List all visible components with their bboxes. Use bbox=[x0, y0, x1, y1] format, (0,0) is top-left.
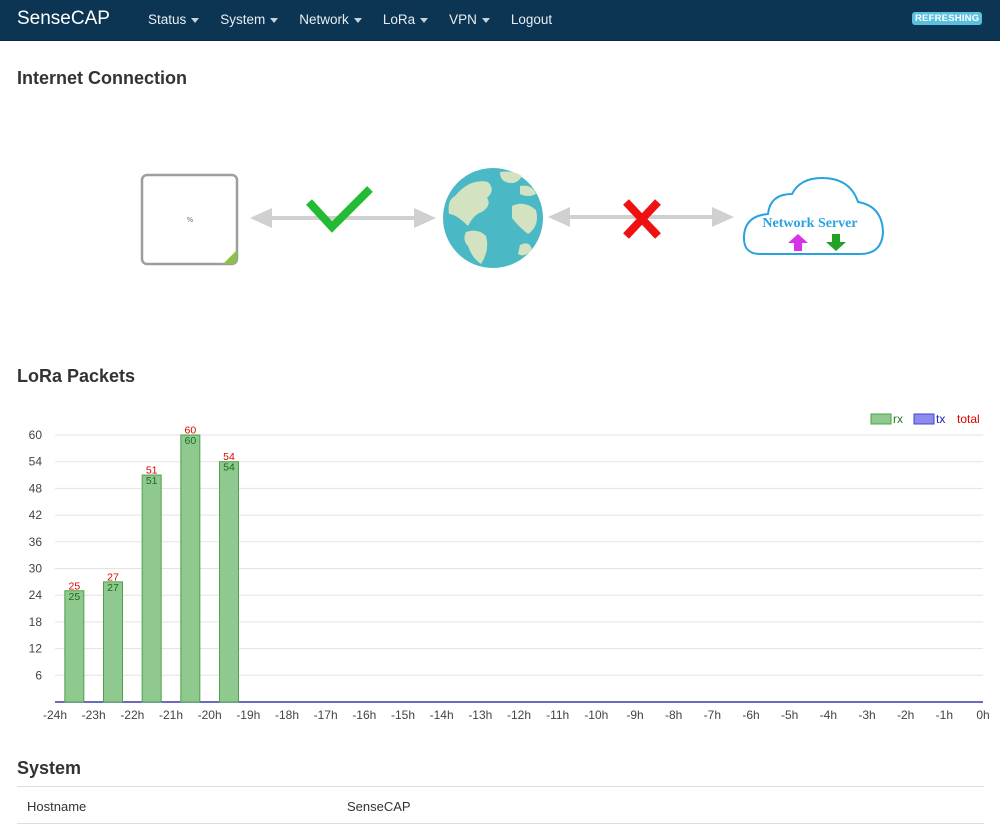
legend-total-label: total bbox=[957, 412, 980, 426]
internet-connection-diagram: % Network Server bbox=[140, 168, 885, 268]
network-server-cloud-icon: Network Server bbox=[742, 176, 885, 255]
y-tick-label: 18 bbox=[29, 615, 43, 629]
y-tick-label: 6 bbox=[35, 668, 42, 682]
x-tick-label: -14h bbox=[430, 708, 454, 722]
x-tick-label: -7h bbox=[704, 708, 721, 722]
x-tick-label: -23h bbox=[82, 708, 106, 722]
network-server-label: Network Server bbox=[762, 216, 857, 231]
nav-item-label: Status bbox=[148, 12, 187, 27]
y-tick-label: 12 bbox=[29, 642, 43, 656]
caret-down-icon bbox=[353, 17, 362, 23]
rx-data-label: 27 bbox=[107, 582, 119, 594]
total-data-label: 60 bbox=[184, 425, 196, 437]
y-tick-label: 48 bbox=[29, 481, 43, 495]
legend-rx-swatch bbox=[870, 413, 892, 425]
gateway-device-icon: % bbox=[140, 173, 239, 266]
total-data-label: 27 bbox=[107, 571, 119, 583]
nav-item-lora[interactable]: LoRa bbox=[375, 0, 436, 40]
x-tick-label: -21h bbox=[159, 708, 183, 722]
x-tick-label: -13h bbox=[468, 708, 492, 722]
rx-bar bbox=[103, 581, 123, 703]
x-tick-label: -10h bbox=[584, 708, 608, 722]
brand-logo[interactable]: SenseCAP bbox=[17, 8, 110, 30]
x-tick-label: -18h bbox=[275, 708, 299, 722]
table-divider bbox=[17, 823, 984, 824]
x-tick-label: -12h bbox=[507, 708, 531, 722]
x-tick-label: -8h bbox=[665, 708, 682, 722]
table-divider bbox=[17, 786, 984, 787]
total-data-label: 51 bbox=[146, 465, 158, 477]
x-tick-label: -6h bbox=[742, 708, 759, 722]
y-tick-label: 54 bbox=[29, 455, 43, 469]
total-data-label: 25 bbox=[68, 580, 80, 592]
rx-data-label: 25 bbox=[68, 591, 80, 603]
rx-bar bbox=[219, 461, 239, 703]
rx-data-label: 51 bbox=[146, 475, 158, 487]
hostname-key: Hostname bbox=[27, 799, 87, 814]
connected-check-icon bbox=[306, 186, 373, 233]
nav-item-logout[interactable]: Logout bbox=[503, 0, 560, 40]
x-tick-label: -1h bbox=[936, 708, 953, 722]
legend-rx-label: rx bbox=[893, 412, 903, 426]
x-tick-label: -9h bbox=[626, 708, 643, 722]
rx-data-label: 54 bbox=[223, 462, 235, 474]
x-tick-label: -24h bbox=[43, 708, 67, 722]
refreshing-badge: REFRESHING bbox=[912, 12, 983, 25]
y-tick-label: 36 bbox=[29, 535, 43, 549]
nav-item-label: VPN bbox=[449, 12, 477, 27]
svg-text:%: % bbox=[187, 216, 194, 224]
nav-item-label: System bbox=[220, 12, 266, 27]
internet-connection-title: Internet Connection bbox=[17, 68, 187, 88]
x-tick-label: 0h bbox=[976, 708, 989, 722]
x-tick-label: -5h bbox=[781, 708, 798, 722]
rx-data-label: 60 bbox=[184, 435, 196, 447]
nav-item-label: Logout bbox=[510, 12, 553, 27]
nav-item-vpn[interactable]: VPN bbox=[441, 0, 498, 40]
nav-menu: Status System Network LoRa VPN Logout bbox=[140, 0, 565, 40]
x-tick-label: -2h bbox=[897, 708, 914, 722]
x-tick-label: -16h bbox=[352, 708, 376, 722]
total-data-label: 54 bbox=[223, 451, 235, 463]
y-tick-label: 30 bbox=[29, 562, 43, 576]
nav-item-system[interactable]: System bbox=[212, 0, 286, 40]
caret-down-icon bbox=[481, 17, 490, 23]
caret-down-icon bbox=[420, 17, 429, 23]
nav-item-status[interactable]: Status bbox=[140, 0, 207, 40]
x-tick-label: -15h bbox=[391, 708, 415, 722]
x-tick-label: -20h bbox=[198, 708, 222, 722]
y-tick-label: 24 bbox=[29, 588, 43, 602]
y-tick-label: 60 bbox=[29, 428, 43, 442]
nav-item-network[interactable]: Network bbox=[291, 0, 370, 40]
rx-bar bbox=[141, 474, 162, 703]
rx-bar bbox=[180, 434, 201, 703]
caret-down-icon bbox=[270, 17, 279, 23]
legend-tx-swatch bbox=[913, 413, 935, 425]
legend-tx-label: tx bbox=[936, 412, 945, 426]
x-tick-label: -11h bbox=[546, 708, 569, 722]
y-tick-label: 42 bbox=[29, 508, 43, 522]
globe-icon bbox=[443, 168, 543, 268]
x-tick-label: -19h bbox=[236, 708, 260, 722]
system-title: System bbox=[17, 758, 82, 778]
navbar: SenseCAP Status System Network LoRa VPN … bbox=[0, 0, 1000, 41]
nav-item-label: LoRa bbox=[382, 12, 416, 27]
x-tick-label: -22h bbox=[120, 708, 144, 722]
hostname-value: SenseCAP bbox=[347, 799, 411, 814]
nav-item-label: Network bbox=[299, 12, 349, 27]
x-tick-label: -4h bbox=[820, 708, 837, 722]
rx-bar bbox=[64, 590, 85, 703]
lora-packets-title: LoRa Packets bbox=[17, 366, 136, 386]
x-tick-label: -17h bbox=[314, 708, 338, 722]
lora-packets-chart: 6121824303642485460-24h -23h -22h -21h -20h -… bbox=[29, 412, 990, 722]
x-tick-label: -3h bbox=[858, 708, 875, 722]
caret-down-icon bbox=[191, 17, 200, 23]
